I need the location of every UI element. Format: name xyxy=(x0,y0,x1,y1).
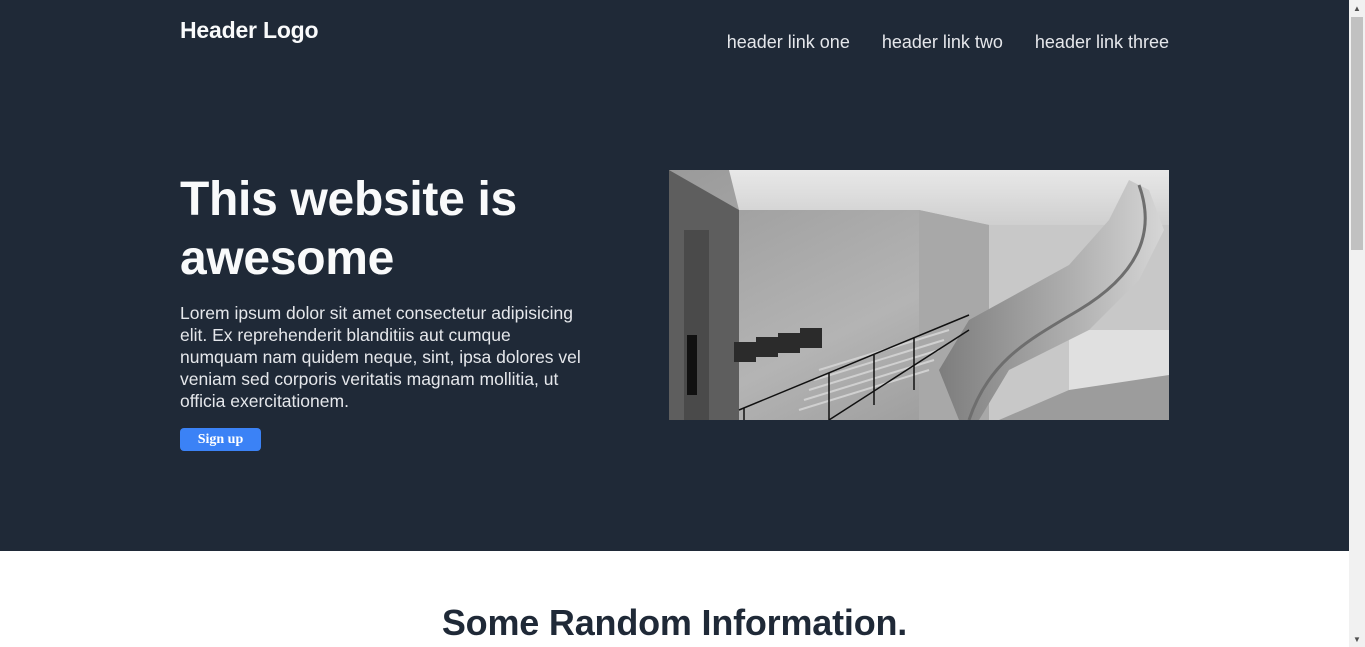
triangle-down-icon[interactable]: ▼ xyxy=(1349,631,1365,647)
page: Header Logo header link one header link … xyxy=(0,0,1349,647)
hero-section: Header Logo header link one header link … xyxy=(0,0,1349,551)
header-nav: header link one header link two header l… xyxy=(727,32,1169,53)
hero-image xyxy=(669,170,1169,420)
section-title: Some Random Information. xyxy=(441,602,908,643)
scrollbar-thumb[interactable] xyxy=(1351,17,1363,250)
triangle-up-icon[interactable]: ▲ xyxy=(1349,0,1365,16)
header-link-two[interactable]: header link two xyxy=(882,32,1003,53)
signup-button[interactable]: Sign up xyxy=(180,428,261,451)
page-scrollbar[interactable]: ▲ ▼ xyxy=(1349,0,1365,647)
header-link-three[interactable]: header link three xyxy=(1035,32,1169,53)
header-link-one[interactable]: header link one xyxy=(727,32,850,53)
staircase-photo xyxy=(669,170,1169,420)
header-logo[interactable]: Header Logo xyxy=(180,17,319,44)
hero-text: Lorem ipsum dolor sit amet consectetur a… xyxy=(180,303,581,411)
hero-title: This website is awesome xyxy=(180,173,517,285)
